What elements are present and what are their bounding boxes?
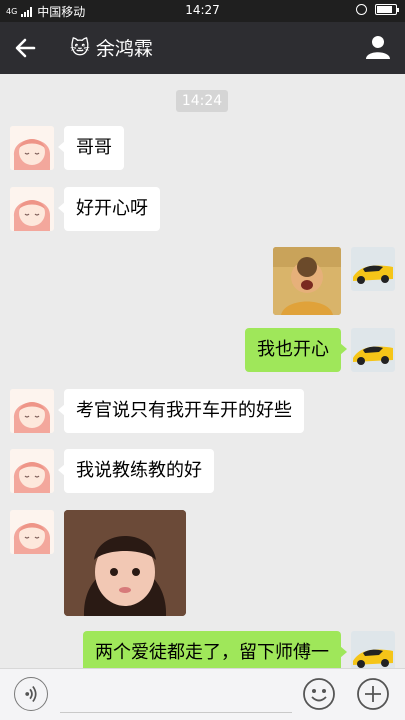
message-bubble[interactable]: 我说教练教的好 bbox=[58, 449, 214, 493]
message-input[interactable] bbox=[60, 679, 292, 713]
contact-avatar[interactable] bbox=[10, 449, 54, 493]
message-bubble[interactable]: 哥哥 bbox=[58, 126, 124, 170]
profile-icon[interactable] bbox=[365, 34, 391, 60]
chat-messages[interactable]: 14:24 哥哥 好开心呀 我也开心 考官说只有我开车开的好些 我说教练教的好 … bbox=[0, 74, 405, 668]
alarm-icon bbox=[356, 4, 367, 15]
contact-avatar[interactable] bbox=[10, 187, 54, 231]
contact-avatar[interactable] bbox=[10, 126, 54, 170]
message-bubble[interactable]: 两个爱徒都走了，留下师傅一 bbox=[83, 631, 347, 668]
emoji-icon[interactable] bbox=[302, 677, 336, 711]
status-bar: 4G 中国移动 14:27 bbox=[0, 0, 405, 22]
my-avatar[interactable] bbox=[351, 328, 395, 372]
contact-name: 余鸿霖 bbox=[95, 38, 153, 60]
back-arrow-icon[interactable] bbox=[12, 34, 42, 62]
message-bubble[interactable]: 好开心呀 bbox=[58, 187, 160, 231]
battery-icon bbox=[375, 4, 399, 15]
contact-avatar[interactable] bbox=[10, 510, 54, 554]
photo-message[interactable] bbox=[64, 510, 186, 616]
status-time: 14:27 bbox=[185, 3, 220, 17]
my-avatar[interactable] bbox=[351, 631, 395, 668]
sticker-image[interactable] bbox=[273, 247, 341, 315]
message-bubble[interactable]: 我也开心 bbox=[245, 328, 347, 372]
message-timestamp: 14:24 bbox=[176, 90, 228, 112]
voice-icon[interactable] bbox=[14, 677, 48, 711]
input-bar bbox=[0, 668, 405, 720]
status-right bbox=[356, 4, 399, 15]
plus-icon[interactable] bbox=[356, 677, 390, 711]
message-bubble[interactable]: 考官说只有我开车开的好些 bbox=[58, 389, 304, 433]
my-avatar[interactable] bbox=[351, 247, 395, 291]
chat-title: 🐱 余鸿霖 bbox=[70, 34, 153, 61]
cat-emoji-icon: 🐱 bbox=[70, 36, 90, 59]
contact-avatar[interactable] bbox=[10, 389, 54, 433]
chat-header: 🐱 余鸿霖 bbox=[0, 22, 405, 74]
